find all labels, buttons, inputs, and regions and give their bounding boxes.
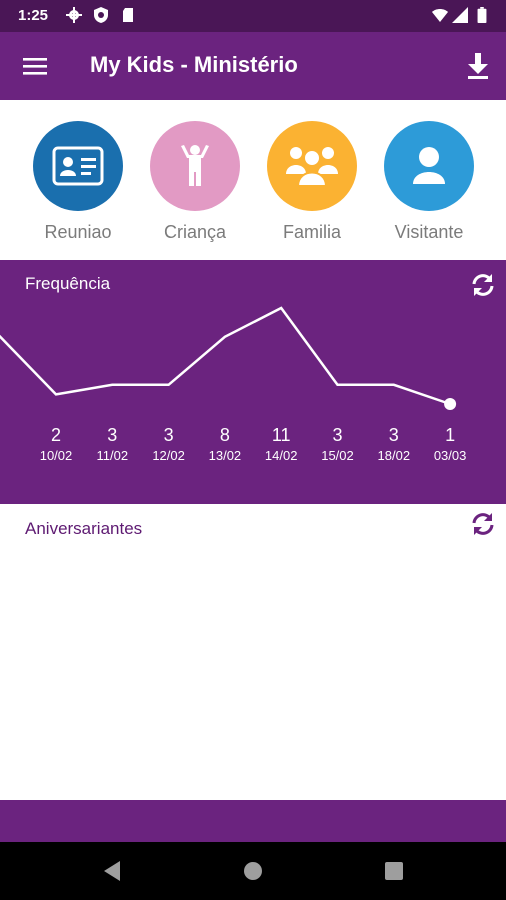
frequency-title: Frequência — [25, 274, 111, 293]
data-label: 2 — [51, 425, 61, 445]
frequency-chart: 2 10/02 3 11/02 3 12/02 8 13/02 11 14/02 3 15/02 3 18… — [0, 306, 467, 463]
menu-icon[interactable] — [18, 52, 52, 80]
home-icon[interactable] — [240, 858, 266, 884]
x-tick-label: 14/02 — [265, 448, 298, 463]
shortcut-reuniao[interactable]: Reuniao — [20, 121, 136, 251]
crianca-circle[interactable] — [150, 121, 240, 211]
shortcut-label: Visitante — [394, 222, 464, 242]
id-card-icon — [52, 146, 104, 186]
series-line — [0, 306, 451, 406]
person-icon — [413, 147, 445, 184]
x-tick-label: 10/02 — [40, 448, 73, 463]
shortcut-label: Reuniao — [44, 222, 112, 242]
shortcut-label: Criança — [163, 222, 227, 242]
shield-icon — [94, 7, 108, 23]
data-label: 8 — [220, 425, 230, 445]
data-label: 11 — [272, 425, 291, 445]
group-icon — [286, 147, 338, 187]
reuniao-circle[interactable] — [33, 121, 123, 211]
back-icon[interactable] — [100, 858, 126, 884]
gear-icon — [66, 7, 82, 23]
x-tick-label: 13/02 — [209, 448, 242, 463]
recents-icon[interactable] — [381, 858, 407, 884]
shortcut-label: Familia — [282, 222, 341, 242]
shortcut-familia[interactable]: Familia — [254, 121, 370, 251]
battery-icon — [477, 7, 487, 23]
shortcut-grid: Reuniao Criança Familia Visitante — [0, 100, 506, 260]
data-label: 3 — [389, 425, 399, 445]
child-icon — [181, 145, 209, 186]
status-bar: 1:25 — [0, 0, 506, 32]
birthdays-title: Aniversariantes — [25, 519, 143, 538]
bottom-bar — [0, 800, 506, 842]
x-tick-label: 18/02 — [378, 448, 411, 463]
x-tick-label: 11/02 — [97, 448, 129, 463]
x-tick-label: 15/02 — [321, 448, 354, 463]
frequency-panel: 2 10/02 3 11/02 3 12/02 8 13/02 11 14/02 3 15/02 3 18… — [0, 260, 506, 504]
shortcut-crianca[interactable]: Criança — [137, 121, 253, 251]
app-bar: My Kids - Ministério — [0, 32, 506, 100]
data-label: 3 — [164, 425, 174, 445]
sd-card-icon — [123, 8, 133, 22]
wifi-icon — [432, 9, 448, 22]
page-title: My Kids - Ministério — [90, 52, 298, 77]
x-tick-label: 03/03 — [434, 448, 467, 463]
visitante-circle[interactable] — [384, 121, 474, 211]
data-label: 3 — [332, 425, 342, 445]
familia-circle[interactable] — [267, 121, 357, 211]
data-label: 1 — [445, 425, 455, 445]
signal-icon — [452, 7, 468, 23]
data-label: 3 — [107, 425, 117, 445]
system-nav-bar — [0, 842, 506, 900]
status-time: 1:25 — [18, 7, 49, 24]
shortcut-visitante[interactable]: Visitante — [371, 121, 487, 251]
x-tick-label: 12/02 — [152, 448, 185, 463]
refresh-icon[interactable] — [470, 272, 496, 298]
data-point — [444, 398, 457, 410]
download-icon[interactable] — [462, 50, 494, 82]
refresh-icon[interactable] — [470, 511, 496, 537]
